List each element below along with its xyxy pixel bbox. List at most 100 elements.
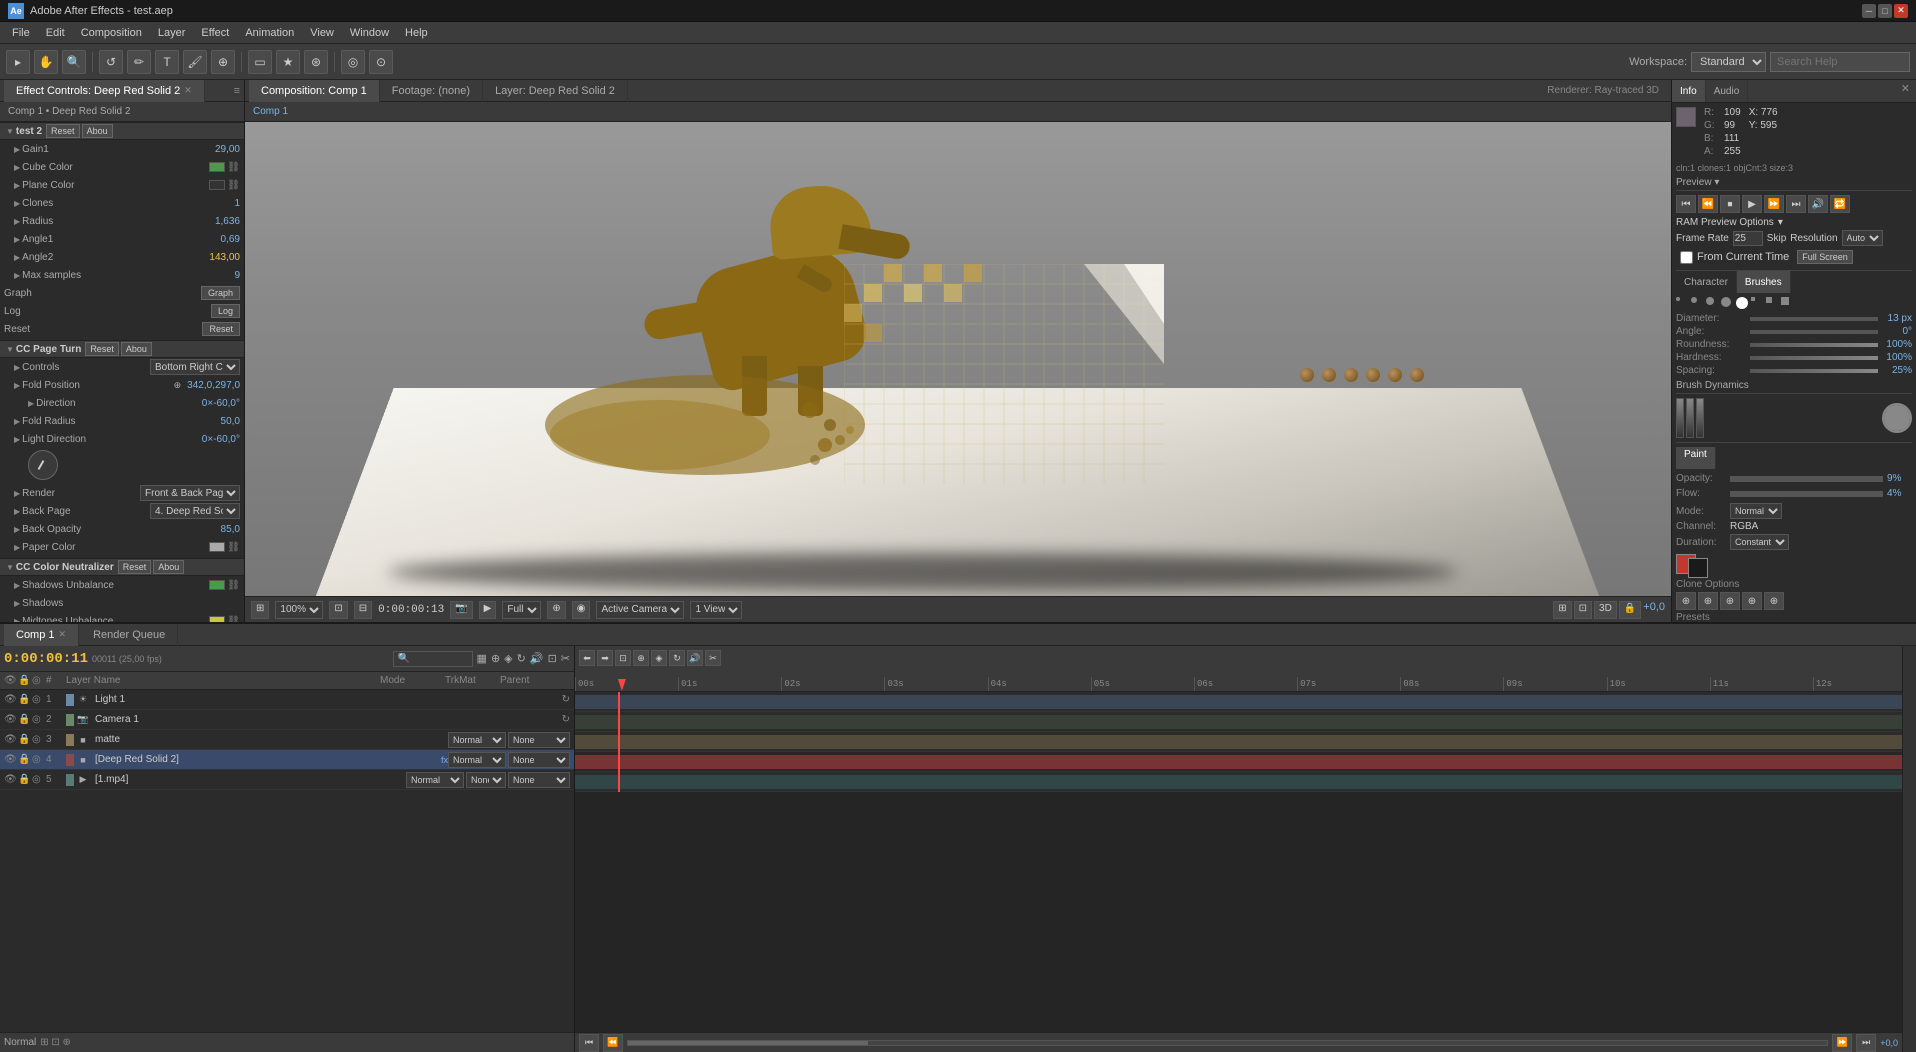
current-time-display[interactable]: 0:00:00:11 (4, 651, 88, 667)
tl-tool-4[interactable]: ⊕ (633, 650, 649, 666)
prop-back-opacity-value[interactable]: 85,0 (221, 524, 240, 535)
layer-search-input[interactable] (393, 651, 473, 667)
tool-brush[interactable]: 🖌 (183, 50, 207, 74)
tl-nav-end[interactable]: ⏭ (1856, 1034, 1876, 1052)
reset-btn[interactable]: Reset (202, 322, 240, 336)
spacing-slider[interactable] (1750, 369, 1878, 373)
menu-help[interactable]: Help (397, 25, 436, 41)
tl-icon-2[interactable]: ⊕ (491, 652, 500, 665)
search-help-input[interactable] (1770, 52, 1910, 72)
tool-3d-cam[interactable]: ◎ (341, 50, 365, 74)
tl-nav-begin[interactable]: ⏮ (579, 1034, 599, 1052)
preview-tab[interactable]: Preview ▾ (1676, 177, 1719, 188)
tl-tool-2[interactable]: ➡ (597, 650, 613, 666)
tab-render-queue[interactable]: Render Queue (81, 624, 178, 646)
prev-play-btn[interactable]: ▶ (1742, 195, 1762, 213)
tl-nav-back[interactable]: ⏪ (603, 1034, 623, 1052)
cc-page-turn-reset[interactable]: Reset (85, 342, 119, 356)
prop-angle1-value[interactable]: 0,69 (221, 234, 240, 245)
tool-rotate[interactable]: ↺ (99, 50, 123, 74)
layer-1-eye[interactable]: 👁 (4, 694, 18, 705)
light-direction-dial[interactable] (28, 450, 58, 480)
tool-pen[interactable]: ✏ (127, 50, 151, 74)
tl-tool-3[interactable]: ⊡ (615, 650, 631, 666)
tool-zoom[interactable]: 🔍 (62, 50, 86, 74)
tl-icon-3[interactable]: ◈ (504, 652, 512, 665)
menu-edit[interactable]: Edit (38, 25, 73, 41)
tl-icon-1[interactable]: ▦ (477, 652, 487, 665)
shadows-unbalance-swatch[interactable] (209, 580, 225, 590)
effect-test2-reset[interactable]: Reset (46, 124, 80, 138)
tl-tool-6[interactable]: ↻ (669, 650, 685, 666)
menu-animation[interactable]: Animation (237, 25, 302, 41)
shadows-unbalance-chain[interactable]: ⛓ (227, 580, 240, 591)
expand-cc-page-turn[interactable]: ▼ (6, 345, 14, 354)
layer-2-solo[interactable]: ◎ (32, 714, 46, 725)
tab-footage[interactable]: Footage: (none) (380, 80, 483, 102)
tl-icon-4[interactable]: ↻ (517, 652, 526, 665)
full-screen-btn[interactable]: Full Screen (1797, 250, 1853, 264)
tl-icon-5[interactable]: 🔊 (530, 652, 544, 665)
tab-info[interactable]: Info (1672, 80, 1706, 102)
maximize-button[interactable]: □ (1878, 4, 1892, 18)
tab-paint[interactable]: Paint (1676, 447, 1716, 469)
layer-1-solo[interactable]: ◎ (32, 694, 46, 705)
diameter-slider[interactable] (1750, 317, 1878, 321)
tool-shape-rect[interactable]: ▭ (248, 50, 272, 74)
camera-dropdown[interactable]: Active Camera (596, 601, 684, 619)
prop-fold-radius-value[interactable]: 50,0 (221, 416, 240, 427)
brush-dot-4[interactable] (1721, 297, 1731, 307)
viewer-snap2-btn[interactable]: ⊡ (1574, 601, 1592, 619)
prop-angle2-value[interactable]: 143,00 (209, 252, 240, 263)
brush-slider-1[interactable] (1676, 398, 1684, 438)
brush-dot-5[interactable] (1736, 297, 1748, 309)
viewer-play-btn[interactable]: ▶ (479, 601, 497, 619)
layer-5-solo[interactable]: ◎ (32, 774, 46, 785)
viewer-lock-btn[interactable]: 🔒 (1619, 601, 1641, 619)
clone-preset-5[interactable]: ⊕ (1764, 592, 1784, 610)
viewer-cam-btn[interactable]: 📷 (450, 601, 472, 619)
layer-4-lock[interactable]: 🔒 (18, 754, 32, 765)
layer-5-eye[interactable]: 👁 (4, 774, 18, 785)
paper-color-swatch[interactable] (209, 542, 225, 552)
paint-mode-dropdown[interactable]: Normal (1730, 503, 1782, 519)
menu-composition[interactable]: Composition (73, 25, 150, 41)
layer-3-lock[interactable]: 🔒 (18, 734, 32, 745)
scrollbar-thumb[interactable] (628, 1041, 868, 1045)
tool-hand[interactable]: ✋ (34, 50, 58, 74)
menu-layer[interactable]: Layer (150, 25, 194, 41)
angle-slider[interactable] (1750, 330, 1878, 334)
viewer-timecode[interactable]: 0:00:00:13 (378, 604, 444, 616)
viewer-grid-btn[interactable]: ⊞ (251, 601, 269, 619)
brush-dot-6[interactable] (1751, 297, 1755, 301)
panel-toggle[interactable]: ≡ (234, 85, 240, 97)
viewer-snap-btn[interactable]: ⊡ (329, 601, 347, 619)
roundness-slider[interactable] (1750, 343, 1878, 347)
tab-brushes[interactable]: Brushes (1737, 271, 1791, 293)
prop-light-direction-value[interactable]: 0×-60,0° (202, 434, 240, 445)
from-current-time-check[interactable] (1680, 251, 1693, 264)
layer-5-mode[interactable]: Normal (406, 772, 464, 788)
opacity-slider[interactable] (1730, 476, 1883, 482)
views-dropdown[interactable]: 1 View (690, 601, 742, 619)
cc-color-neutralizer-about[interactable]: Abou (153, 560, 184, 574)
viewer-reset-btn[interactable]: ⊟ (354, 601, 372, 619)
menu-view[interactable]: View (302, 25, 342, 41)
tool-text[interactable]: T (155, 50, 179, 74)
clone-preset-2[interactable]: ⊕ (1698, 592, 1718, 610)
clone-preset-1[interactable]: ⊕ (1676, 592, 1696, 610)
render-dropdown[interactable]: Front & Back Page (140, 485, 240, 501)
tl-icon-7[interactable]: ✂ (561, 652, 570, 665)
prev-loop-btn[interactable]: 🔁 (1830, 195, 1850, 213)
brush-dot-8[interactable] (1781, 297, 1789, 305)
menu-effect[interactable]: Effect (193, 25, 237, 41)
controls-dropdown[interactable]: Bottom Right Corn (150, 359, 240, 375)
back-page-dropdown[interactable]: 4. Deep Red Solid (150, 503, 240, 519)
tool-puppet[interactable]: ⊛ (304, 50, 328, 74)
brush-dot-1[interactable] (1676, 297, 1680, 301)
prop-fold-direction-value[interactable]: 0×-60,0° (202, 398, 240, 409)
prev-next-btn[interactable]: ⏩ (1764, 195, 1784, 213)
zoom-dropdown[interactable]: 100% (275, 601, 323, 619)
log-btn[interactable]: Log (211, 304, 240, 318)
plane-color-swatch[interactable] (209, 180, 225, 190)
